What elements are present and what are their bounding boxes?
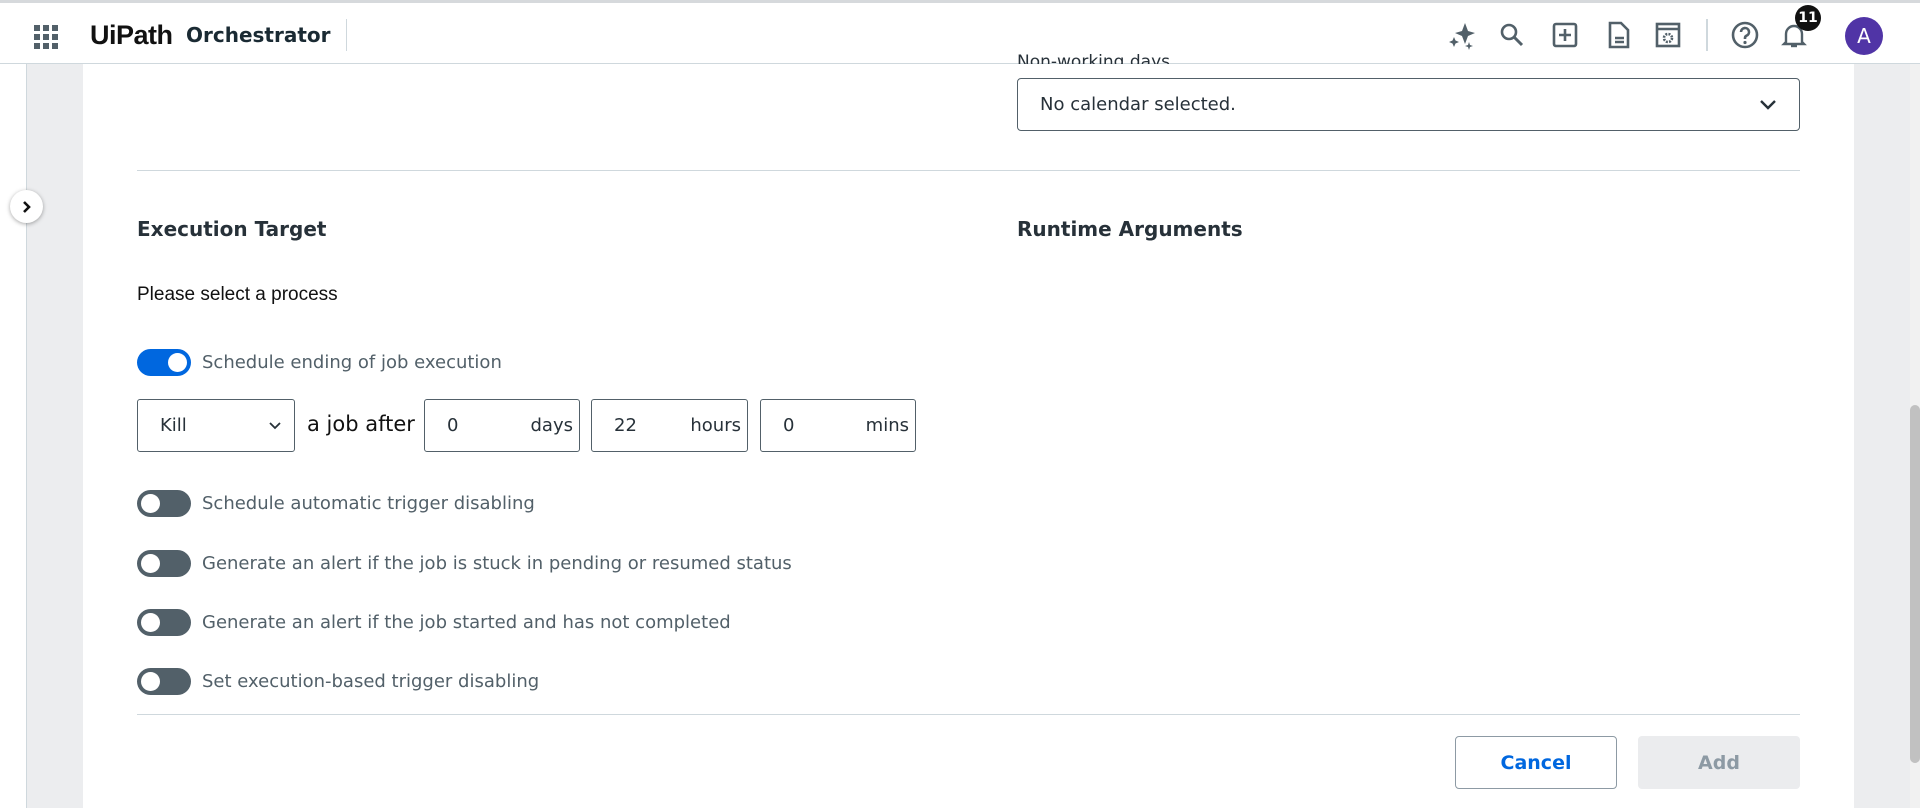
toggle-row: Set execution-based trigger disabling <box>137 668 539 695</box>
schedule-ending-row: Schedule ending of job execution <box>137 349 502 376</box>
window-settings-icon[interactable] <box>1652 19 1684 51</box>
job-after-label: a job after <box>307 412 415 436</box>
add-box-icon[interactable] <box>1549 19 1581 51</box>
stop-action-value: Kill <box>160 415 187 436</box>
schedule-ending-toggle[interactable] <box>137 349 191 376</box>
mins-unit: mins <box>865 415 909 436</box>
hours-unit: hours <box>690 415 741 436</box>
header-divider <box>346 19 347 51</box>
product-name: Orchestrator <box>186 23 331 47</box>
scrollbar-thumb[interactable] <box>1910 405 1920 763</box>
stop-action-select[interactable]: Kill <box>137 399 295 452</box>
footer-divider <box>137 714 1800 715</box>
mins-value: 0 <box>783 415 795 436</box>
toggle-row: Schedule automatic trigger disabling <box>137 490 535 517</box>
section-divider <box>137 170 1800 171</box>
days-input[interactable]: 0 days <box>424 399 580 452</box>
uipath-logo[interactable]: UiPath <box>90 20 173 51</box>
execution-disable-toggle[interactable] <box>137 668 191 695</box>
right-gutter <box>1854 64 1910 808</box>
execution-target-title: Execution Target <box>137 217 327 241</box>
header-divider <box>1706 19 1708 51</box>
add-button[interactable]: Add <box>1638 736 1800 789</box>
left-gutter <box>27 64 83 808</box>
process-prompt: Please select a process <box>137 284 338 305</box>
chevron-down-icon <box>269 421 281 429</box>
days-unit: days <box>530 415 574 436</box>
mins-input[interactable]: 0 mins <box>760 399 916 452</box>
expand-sidebar-button[interactable] <box>10 190 43 223</box>
toggle-row: Generate an alert if the job is stuck in… <box>137 550 792 577</box>
auto-disable-toggle[interactable] <box>137 490 191 517</box>
user-avatar[interactable]: A <box>1845 17 1883 55</box>
calendar-select[interactable]: No calendar selected. <box>1017 78 1800 131</box>
toggle-label: Generate an alert if the job is stuck in… <box>202 553 792 574</box>
help-icon[interactable] <box>1729 19 1761 51</box>
document-icon[interactable] <box>1603 19 1635 51</box>
calendar-label: Non-working days <box>1017 52 1170 64</box>
runtime-arguments-title: Runtime Arguments <box>1017 217 1243 241</box>
notification-count-badge: 11 <box>1795 5 1821 31</box>
hours-input[interactable]: 22 hours <box>591 399 748 452</box>
toggle-label: Generate an alert if the job started and… <box>202 612 731 633</box>
schedule-ending-label: Schedule ending of job execution <box>202 352 502 373</box>
toggle-label: Set execution-based trigger disabling <box>202 671 540 692</box>
days-value: 0 <box>447 415 459 436</box>
chevron-down-icon <box>1760 99 1776 110</box>
autopilot-sparkle-icon[interactable] <box>1446 19 1478 51</box>
toggle-label: Schedule automatic trigger disabling <box>202 493 535 514</box>
app-launcher-icon[interactable] <box>34 25 58 49</box>
toggle-row: Generate an alert if the job started and… <box>137 609 731 636</box>
hours-value: 22 <box>614 415 637 436</box>
calendar-select-value: No calendar selected. <box>1040 94 1236 115</box>
cancel-button[interactable]: Cancel <box>1455 736 1617 789</box>
not-completed-alert-toggle[interactable] <box>137 609 191 636</box>
top-header: UiPath Orchestrator 11 A <box>0 3 1920 64</box>
search-icon[interactable] <box>1496 19 1528 51</box>
chevron-right-icon <box>22 200 31 213</box>
pending-alert-toggle[interactable] <box>137 550 191 577</box>
